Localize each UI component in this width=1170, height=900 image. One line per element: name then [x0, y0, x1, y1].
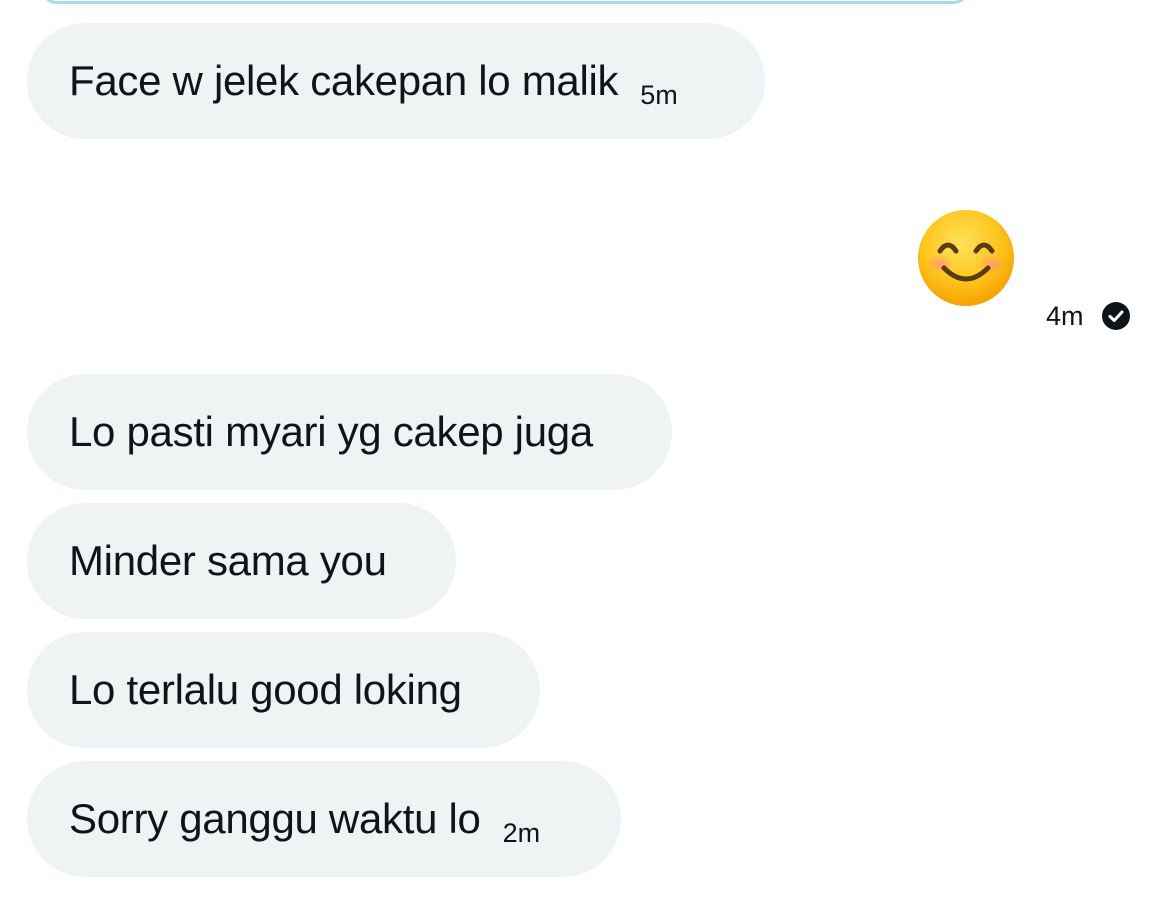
- seen-check-icon: [1101, 302, 1130, 330]
- message-bubble[interactable]: Sorry ganggu waktu lo 2m: [27, 761, 621, 877]
- message-bubble[interactable]: Face w jelek cakepan lo malik 5m: [27, 23, 765, 139]
- message-bubble[interactable]: Minder sama you: [27, 503, 456, 619]
- message-text: Face w jelek cakepan lo malik: [69, 57, 619, 104]
- smiling-face-emoji-icon[interactable]: [916, 208, 1016, 308]
- sent-message-meta: 4m: [1046, 296, 1130, 336]
- message-text: Lo terlalu good loking: [69, 666, 462, 713]
- message-text: Lo pasti myari yg cakep juga: [69, 408, 593, 455]
- message-bubble[interactable]: Lo terlalu good loking: [27, 632, 540, 748]
- message-timestamp: 4m: [1046, 300, 1084, 331]
- message-text: Sorry ganggu waktu lo: [69, 795, 481, 842]
- message-text: Minder sama you: [69, 537, 387, 584]
- previous-message-bubble: [40, 0, 970, 4]
- message-timestamp: 2m: [502, 817, 541, 848]
- message-bubble[interactable]: Lo pasti myari yg cakep juga: [27, 374, 672, 490]
- message-timestamp: 5m: [640, 79, 678, 110]
